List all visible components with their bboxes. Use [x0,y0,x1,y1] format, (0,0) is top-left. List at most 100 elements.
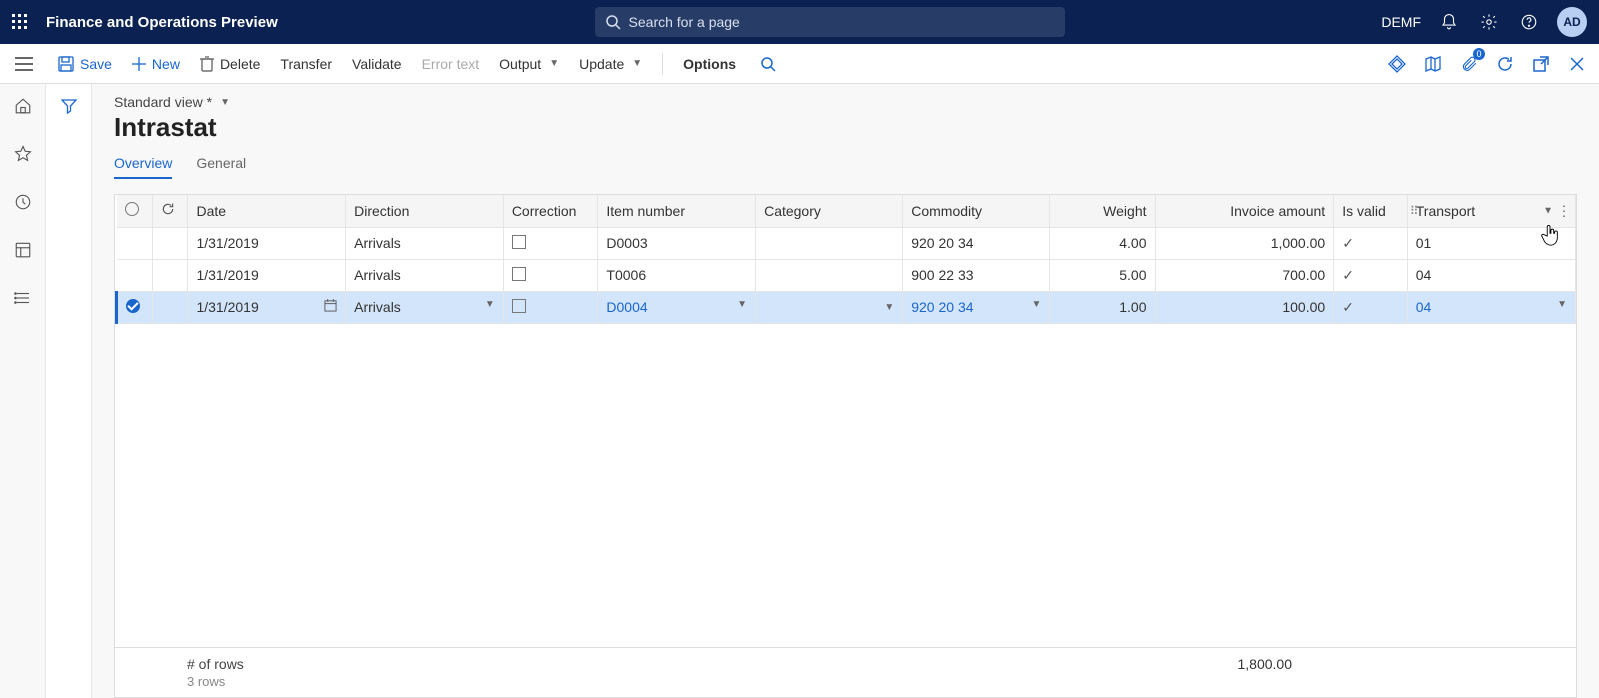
cell-category[interactable]: ▼ [756,291,903,323]
transfer-button[interactable]: Transfer [280,56,332,72]
col-refresh[interactable] [152,195,188,227]
cell-direction[interactable]: Arrivals▼ [346,291,504,323]
output-dropdown[interactable]: Output▼ [499,56,559,72]
diamond-icon[interactable] [1385,52,1409,76]
gear-icon[interactable] [1477,10,1501,34]
drag-handle-icon[interactable]: ⠿ [1410,204,1418,218]
cell-item[interactable]: T0006 [598,259,756,291]
col-category[interactable]: Category [756,195,903,227]
search-input[interactable] [629,14,1055,30]
map-icon[interactable] [1421,52,1445,76]
column-menu-icon[interactable]: ⋮ [1557,202,1571,219]
chevron-down-icon[interactable]: ▼ [1557,299,1567,310]
cell-item[interactable]: D0003 [598,227,756,259]
cell-weight[interactable]: 4.00 [1050,227,1155,259]
help-icon[interactable] [1517,10,1541,34]
chevron-down-icon[interactable]: ▼ [1031,299,1041,310]
table-row[interactable]: 1/31/2019 Arrivals T0006 900 22 33 5.00 … [117,259,1576,291]
star-icon[interactable] [11,142,35,166]
cell-correction[interactable] [503,291,598,323]
app-launcher-icon[interactable] [8,10,32,34]
chevron-down-icon[interactable]: ▼ [737,299,747,310]
cell-date[interactable]: 1/31/2019 [188,259,346,291]
cell-valid[interactable]: ✓ [1334,227,1408,259]
view-label: Standard view * [114,94,212,110]
modules-icon[interactable] [11,286,35,310]
cell-direction[interactable]: Arrivals [346,227,504,259]
cell-item[interactable]: D0004▼ [598,291,756,323]
cell-date[interactable]: 1/31/2019 [188,291,346,323]
attachments-button[interactable]: 0 [1457,52,1481,76]
update-dropdown[interactable]: Update▼ [579,56,642,72]
cell-transport[interactable]: 04▼ [1407,291,1575,323]
cell-weight[interactable]: 1.00 [1050,291,1155,323]
cell-invoice[interactable]: 700.00 [1155,259,1334,291]
filter-icon[interactable] [57,94,81,118]
cell-weight[interactable]: 5.00 [1050,259,1155,291]
chevron-down-icon[interactable]: ▼ [1543,205,1553,216]
tabs: Overview General [92,143,1599,180]
table-row[interactable]: 1/31/2019 Arrivals D0003 920 20 34 4.00 … [117,227,1576,259]
attachments-count: 0 [1473,48,1485,60]
options-button[interactable]: Options [683,56,736,72]
chevron-down-icon: ▼ [220,97,230,108]
nav-rail [0,84,46,698]
col-date[interactable]: Date [188,195,346,227]
delete-button[interactable]: Delete [200,56,260,72]
save-button[interactable]: Save [58,56,112,72]
tab-overview[interactable]: Overview [114,155,172,179]
cell-date[interactable]: 1/31/2019 [188,227,346,259]
home-icon[interactable] [11,94,35,118]
new-label: New [152,56,180,72]
company-code[interactable]: DEMF [1381,14,1421,30]
cell-correction[interactable] [503,259,598,291]
cell-commodity[interactable]: 900 22 33 [903,259,1050,291]
workspaces-icon[interactable] [11,238,35,262]
search-command-icon[interactable] [756,52,780,76]
save-icon [58,56,74,72]
chevron-down-icon: ▼ [632,58,642,69]
chevron-down-icon[interactable]: ▼ [485,299,495,310]
global-search[interactable] [595,7,1065,37]
col-direction[interactable]: Direction [346,195,504,227]
view-selector[interactable]: Standard view * ▼ [114,94,230,110]
col-item-number[interactable]: Item number [598,195,756,227]
cell-valid[interactable]: ✓ [1334,291,1408,323]
cell-direction[interactable]: Arrivals [346,259,504,291]
cell-commodity[interactable]: 920 20 34 [903,227,1050,259]
table-row[interactable]: 1/31/2019 Arrivals▼ D0004▼ ▼ 920 20 34▼ … [117,291,1576,323]
col-weight[interactable]: Weight [1050,195,1155,227]
chevron-down-icon[interactable]: ▼ [884,302,894,313]
recent-icon[interactable] [11,190,35,214]
col-invoice-amount[interactable]: Invoice amount [1155,195,1334,227]
new-button[interactable]: New [132,56,180,72]
col-is-valid[interactable]: Is valid [1334,195,1408,227]
cell-category[interactable] [756,227,903,259]
cell-transport[interactable]: 01 [1407,227,1575,259]
hamburger-icon[interactable] [10,52,38,76]
intrastat-grid: Date Direction Correction Item number Ca… [115,195,1576,324]
cell-category[interactable] [756,259,903,291]
col-commodity[interactable]: Commodity [903,195,1050,227]
cell-valid[interactable]: ✓ [1334,259,1408,291]
cell-correction[interactable] [503,227,598,259]
col-correction[interactable]: Correction [503,195,598,227]
page-title: Intrastat [114,112,1599,143]
cell-invoice[interactable]: 1,000.00 [1155,227,1334,259]
cell-commodity[interactable]: 920 20 34▼ [903,291,1050,323]
col-transport[interactable]: ⠿ Transport ▼ ⋮ [1407,195,1575,227]
avatar[interactable]: AD [1557,7,1587,37]
delete-label: Delete [220,56,260,72]
chevron-down-icon: ▼ [549,58,559,69]
col-select-all[interactable] [117,195,153,227]
cell-invoice[interactable]: 100.00 [1155,291,1334,323]
notifications-icon[interactable] [1437,10,1461,34]
cell-transport[interactable]: 04 [1407,259,1575,291]
tab-general[interactable]: General [196,155,246,179]
validate-button[interactable]: Validate [352,56,402,72]
calendar-icon[interactable] [324,299,337,315]
popout-icon[interactable] [1529,52,1553,76]
close-icon[interactable] [1565,52,1589,76]
refresh-icon[interactable] [1493,52,1517,76]
app-title: Finance and Operations Preview [46,14,278,31]
